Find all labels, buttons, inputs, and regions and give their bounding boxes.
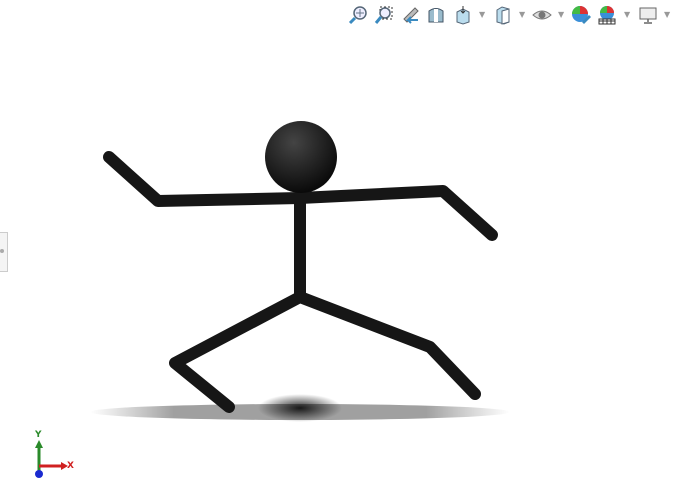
head[interactable] — [265, 121, 337, 193]
view-settings-icon[interactable] — [638, 5, 658, 25]
panel-flyout-handle[interactable] — [0, 232, 8, 272]
apply-scene-dropdown-icon[interactable]: ▼ — [624, 10, 630, 19]
stick-figure-model[interactable] — [103, 151, 498, 413]
display-style-dropdown-icon[interactable]: ▼ — [519, 10, 525, 19]
hide-show-dropdown-icon[interactable]: ▼ — [558, 10, 564, 19]
view-settings-dropdown-icon[interactable]: ▼ — [664, 10, 670, 19]
hide-show-items-icon[interactable] — [532, 5, 552, 25]
view-orientation-dropdown-icon[interactable]: ▼ — [479, 10, 485, 19]
graphics-area[interactable] — [0, 0, 685, 481]
view-orientation-icon[interactable] — [453, 5, 473, 25]
section-view-icon[interactable] — [426, 5, 446, 25]
display-style-icon[interactable] — [493, 5, 513, 25]
right-arm — [294, 185, 498, 241]
left-leg — [169, 291, 306, 413]
zoom-to-area-icon[interactable] — [374, 5, 394, 25]
floor-shadow — [90, 394, 510, 422]
y-axis-label: Y — [35, 430, 42, 440]
zoom-to-fit-icon[interactable] — [348, 5, 368, 25]
reference-triad — [35, 440, 68, 478]
previous-view-icon[interactable] — [400, 5, 420, 25]
apply-scene-icon[interactable] — [597, 5, 617, 25]
edit-appearance-icon[interactable] — [571, 5, 591, 25]
right-leg — [294, 291, 481, 400]
x-axis-label: X — [67, 461, 74, 471]
